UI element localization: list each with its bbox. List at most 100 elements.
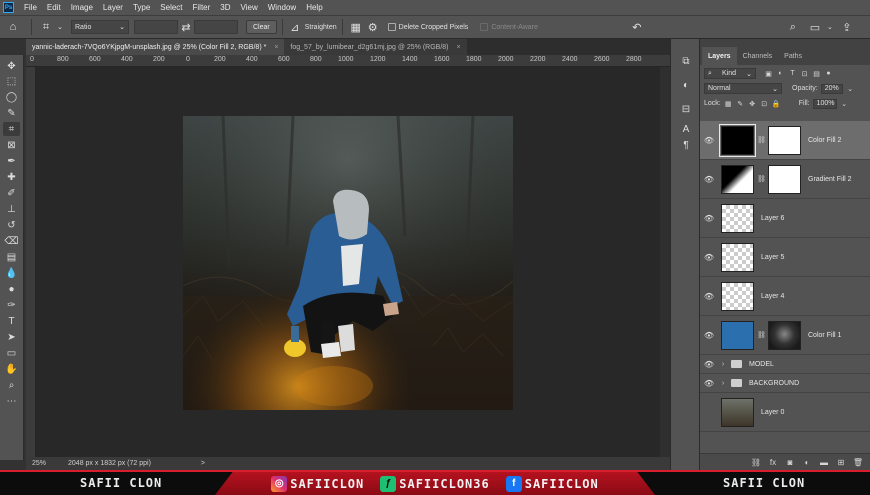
- link-icon[interactable]: ⛓: [757, 331, 766, 339]
- close-icon[interactable]: ×: [274, 44, 278, 51]
- layer-name[interactable]: Color Fill 1: [808, 332, 841, 339]
- clone-stamp-tool-icon[interactable]: ⊥: [3, 202, 20, 216]
- home-icon[interactable]: ⌂: [0, 18, 26, 36]
- menu-3d[interactable]: 3D: [215, 0, 235, 15]
- layer-mask-thumbnail[interactable]: [768, 320, 801, 350]
- chevron-right-icon[interactable]: ›: [718, 361, 728, 368]
- crop-tool-icon[interactable]: ⌗: [37, 18, 55, 36]
- new-group-icon[interactable]: ▬: [818, 458, 830, 467]
- kind-filter-select[interactable]: ⌕ Kind ⌄: [704, 68, 756, 79]
- eye-icon[interactable]: 👁: [700, 379, 718, 388]
- brush-tool-icon[interactable]: ✐: [3, 186, 20, 200]
- quick-select-tool-icon[interactable]: ✎: [3, 106, 20, 120]
- layer-row[interactable]: 👁 ⛓ Gradient Fill 2: [700, 160, 870, 199]
- layer-row[interactable]: 👁 Layer 4: [700, 277, 870, 316]
- straighten-icon[interactable]: ⊿: [288, 18, 302, 36]
- chevron-down-icon[interactable]: ⌄: [846, 84, 855, 93]
- tab-paths[interactable]: Paths: [778, 47, 808, 65]
- filter-adjustment-icon[interactable]: ◐: [776, 69, 785, 78]
- menu-layer[interactable]: Layer: [98, 0, 128, 15]
- pen-tool-icon[interactable]: ✑: [3, 298, 20, 312]
- adjustment-layer-icon[interactable]: ◐: [801, 458, 813, 467]
- layer-thumbnail[interactable]: [719, 123, 756, 157]
- lock-image-icon[interactable]: ✎: [736, 99, 745, 108]
- more-tools-icon[interactable]: ⋯: [3, 394, 20, 408]
- menu-help[interactable]: Help: [301, 0, 327, 15]
- layer-row[interactable]: 👁 Layer 5: [700, 238, 870, 277]
- zoom-tool-icon[interactable]: ⌕: [3, 378, 20, 392]
- layer-name[interactable]: BACKGROUND: [749, 380, 799, 387]
- close-icon[interactable]: ×: [457, 44, 461, 51]
- gradient-tool-icon[interactable]: ▤: [3, 250, 20, 264]
- layer-row[interactable]: 👁 ⛓ Color Fill 1: [700, 316, 870, 355]
- layer-thumbnail[interactable]: [721, 281, 754, 311]
- reset-icon[interactable]: ↶: [630, 18, 644, 36]
- layer-mask-thumbnail[interactable]: [768, 125, 801, 155]
- history-icon[interactable]: ⧉: [679, 54, 693, 68]
- crop-height-input[interactable]: [194, 20, 238, 34]
- path-selection-tool-icon[interactable]: ➤: [3, 330, 20, 344]
- tab-yannic-document[interactable]: yannic-laderach-7VQo6YKjpgM-unsplash.jpg…: [26, 39, 285, 55]
- fill-input[interactable]: 100%: [812, 98, 837, 109]
- layer-name[interactable]: Layer 5: [761, 254, 784, 261]
- content-aware-checkbox[interactable]: [480, 23, 489, 31]
- lock-all-icon[interactable]: 🔒: [772, 99, 781, 108]
- eye-icon[interactable]: 👁: [700, 214, 718, 223]
- swap-icon[interactable]: ⇄: [178, 18, 194, 36]
- marquee-tool-icon[interactable]: ⬚: [3, 74, 20, 88]
- chevron-down-icon[interactable]: ⌄: [55, 18, 65, 36]
- filter-type-icon[interactable]: T: [788, 69, 797, 78]
- type-tool-icon[interactable]: T: [3, 314, 20, 328]
- filter-shape-icon[interactable]: ⊡: [800, 69, 809, 78]
- ratio-select[interactable]: Ratio ⌄: [71, 20, 129, 34]
- layer-thumbnail[interactable]: [721, 164, 754, 194]
- clear-button[interactable]: Clear: [246, 20, 277, 34]
- menu-type[interactable]: Type: [128, 0, 155, 15]
- add-mask-icon[interactable]: ◙: [784, 458, 796, 467]
- eye-icon[interactable]: 👁: [700, 408, 718, 417]
- menu-file[interactable]: File: [19, 0, 42, 15]
- lock-transparent-icon[interactable]: ▦: [724, 99, 733, 108]
- menu-window[interactable]: Window: [263, 0, 301, 15]
- chevron-down-icon[interactable]: ⌄: [824, 18, 836, 36]
- tab-fog-document[interactable]: fog_57_by_lumibear_d2g61mj.jpg @ 25% (RG…: [284, 39, 467, 55]
- layer-row[interactable]: 👁 Layer 6: [700, 199, 870, 238]
- overlay-grid-icon[interactable]: ▦: [348, 18, 364, 36]
- layer-row[interactable]: 👁 Layer 0: [700, 393, 870, 432]
- vertical-ruler[interactable]: [26, 67, 36, 457]
- status-menu-arrow[interactable]: >: [201, 460, 205, 467]
- paragraph-icon[interactable]: ¶: [679, 138, 693, 152]
- menu-edit[interactable]: Edit: [42, 0, 66, 15]
- horizontal-ruler[interactable]: 0 800 600 400 200 0 200 400 600 800 1000…: [26, 55, 670, 67]
- vertical-scrollbar[interactable]: [660, 67, 670, 457]
- menu-select[interactable]: Select: [155, 0, 187, 15]
- photoshop-logo-icon[interactable]: Ps: [3, 2, 14, 13]
- blend-mode-select[interactable]: Normal ⌄: [704, 83, 782, 94]
- layer-group-row[interactable]: 👁 › MODEL: [700, 355, 870, 374]
- trash-icon[interactable]: 🗑: [852, 458, 864, 467]
- crop-width-input[interactable]: [134, 20, 178, 34]
- delete-cropped-checkbox[interactable]: [387, 23, 396, 31]
- eye-icon[interactable]: 👁: [700, 253, 718, 262]
- filter-pixel-icon[interactable]: ▣: [764, 69, 773, 78]
- healing-brush-tool-icon[interactable]: ✚: [3, 170, 20, 184]
- layer-name[interactable]: Layer 6: [761, 215, 784, 222]
- layer-name[interactable]: Color Fill 2: [808, 137, 841, 144]
- properties-icon[interactable]: ⊟: [679, 102, 693, 116]
- chevron-down-icon[interactable]: ⌄: [840, 99, 849, 108]
- layer-mask-thumbnail[interactable]: [768, 164, 801, 194]
- share-icon[interactable]: ⇪: [840, 18, 854, 36]
- layer-name[interactable]: MODEL: [749, 361, 774, 368]
- menu-filter[interactable]: Filter: [188, 0, 216, 15]
- history-brush-tool-icon[interactable]: ↺: [3, 218, 20, 232]
- character-icon[interactable]: A: [679, 122, 693, 136]
- filter-smart-object-icon[interactable]: ▤: [812, 69, 821, 78]
- new-layer-icon[interactable]: ⊞: [835, 458, 847, 467]
- layer-thumbnail[interactable]: [721, 397, 754, 427]
- adjustments-icon[interactable]: ◐: [679, 78, 693, 92]
- eraser-tool-icon[interactable]: ⌫: [3, 234, 20, 248]
- menu-image[interactable]: Image: [66, 0, 98, 15]
- chevron-right-icon[interactable]: ›: [718, 380, 728, 387]
- lock-artboard-icon[interactable]: ⊡: [760, 99, 769, 108]
- crop-tool-icon[interactable]: ⌗: [3, 122, 20, 136]
